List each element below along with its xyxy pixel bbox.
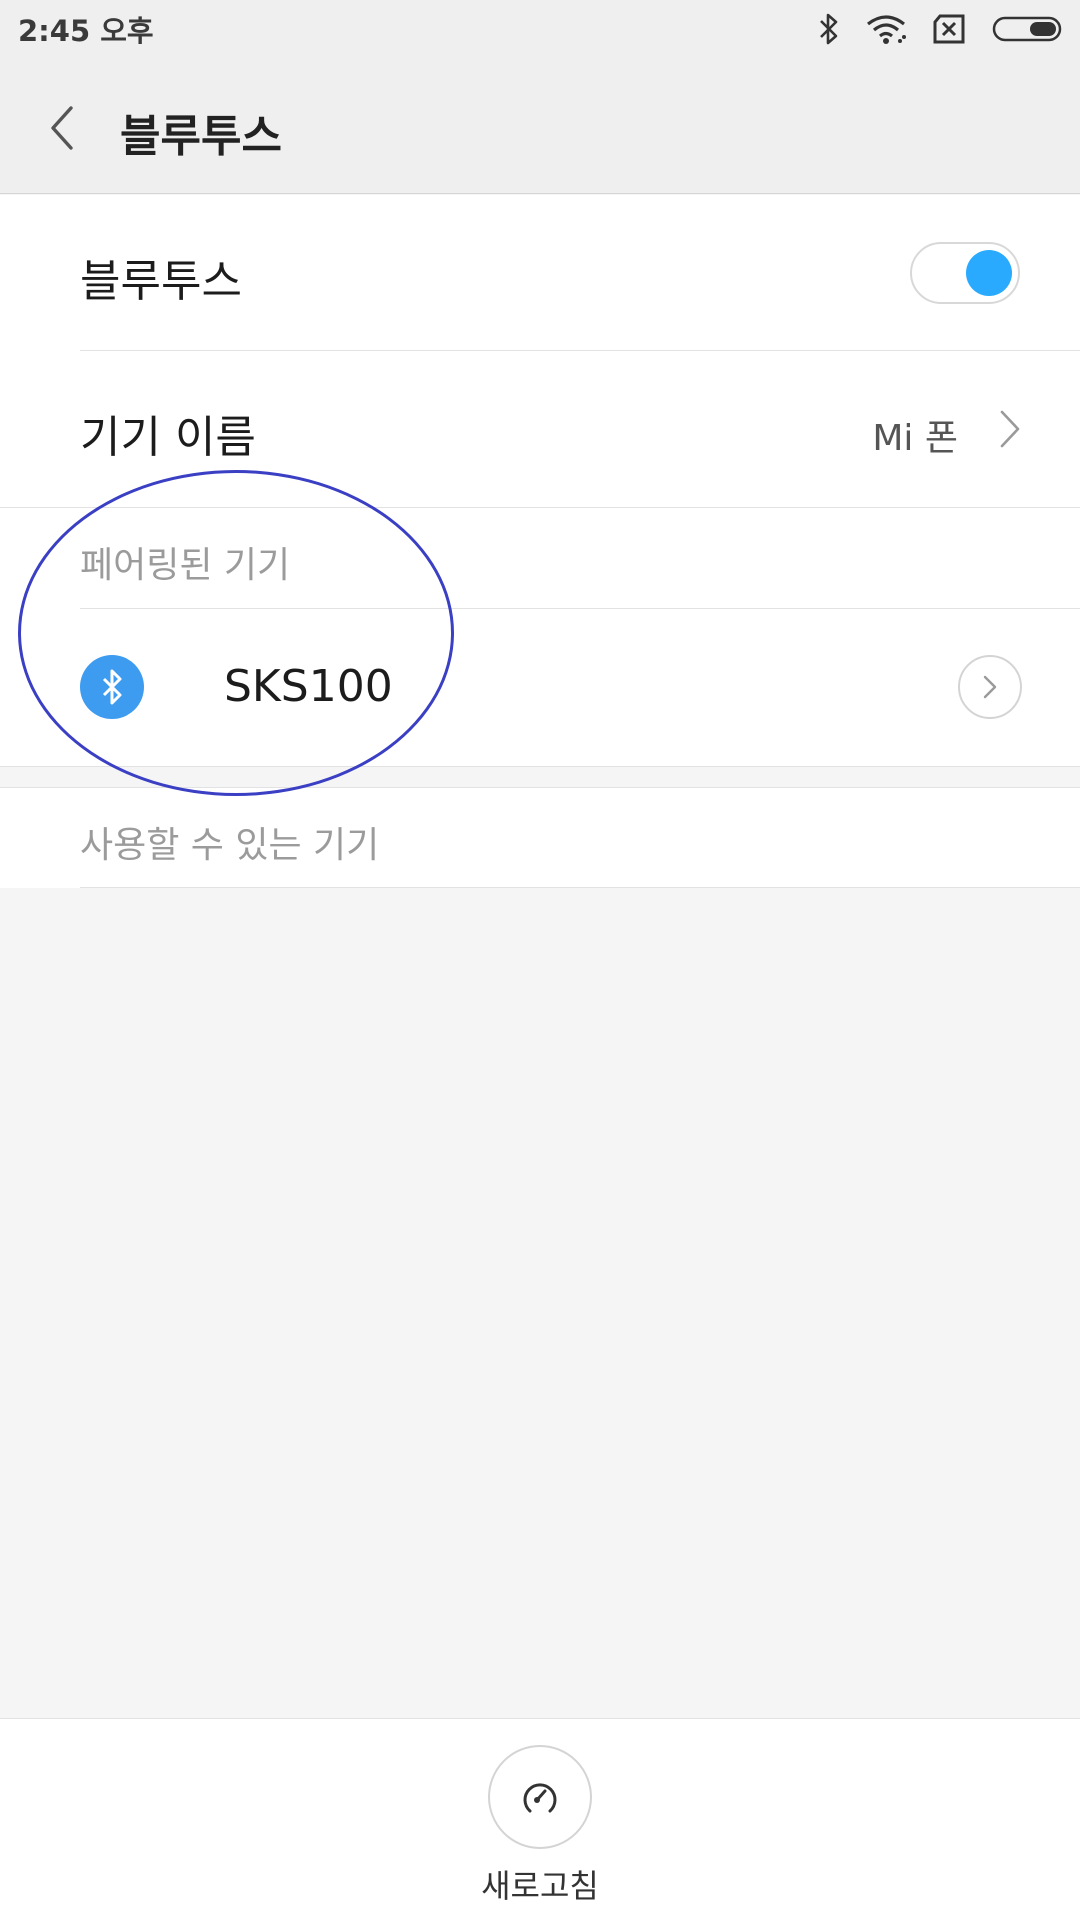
toggle-knob <box>966 250 1012 296</box>
refresh-label: 새로고침 <box>481 1867 599 1905</box>
divider <box>0 766 1080 767</box>
device-name-row[interactable]: 기기 이름 Mi 폰 <box>0 351 1080 507</box>
paired-device-name: SKS100 <box>224 661 393 712</box>
refresh-button[interactable] <box>488 1745 592 1849</box>
wifi-icon <box>866 14 906 44</box>
no-sim-icon <box>932 14 966 44</box>
paired-device-item[interactable]: SKS100 <box>0 609 1080 765</box>
bluetooth-icon <box>80 655 144 719</box>
app-bar: 블루투스 <box>0 58 1080 194</box>
battery-icon <box>992 16 1064 42</box>
paired-devices-section: 페어링된 기기 SKS100 <box>0 508 1080 766</box>
bluetooth-label: 블루투스 <box>80 256 242 307</box>
status-icons <box>818 12 1064 46</box>
status-time: 2:45 오후 <box>18 14 154 48</box>
bluetooth-toggle[interactable] <box>910 242 1020 304</box>
bluetooth-toggle-row[interactable]: 블루투스 <box>0 195 1080 351</box>
device-name-value: Mi 폰 <box>872 418 958 459</box>
refresh-icon <box>523 1783 557 1813</box>
page-title: 블루투스 <box>120 111 282 162</box>
chevron-right-icon <box>998 409 1022 453</box>
chevron-left-icon <box>51 106 73 150</box>
available-devices-section: 사용할 수 있는 기기 <box>0 788 1080 888</box>
bluetooth-icon <box>818 12 840 46</box>
bottom-bar: 새로고침 <box>0 1718 1080 1920</box>
status-bar: 2:45 오후 <box>0 0 1080 58</box>
available-devices-header: 사용할 수 있는 기기 <box>80 825 380 866</box>
back-button[interactable] <box>40 100 84 156</box>
device-details-button[interactable] <box>958 655 1022 719</box>
paired-devices-header: 페어링된 기기 <box>80 545 291 586</box>
device-name-label: 기기 이름 <box>80 412 256 463</box>
chevron-right-icon <box>983 675 997 699</box>
divider <box>80 887 1080 888</box>
